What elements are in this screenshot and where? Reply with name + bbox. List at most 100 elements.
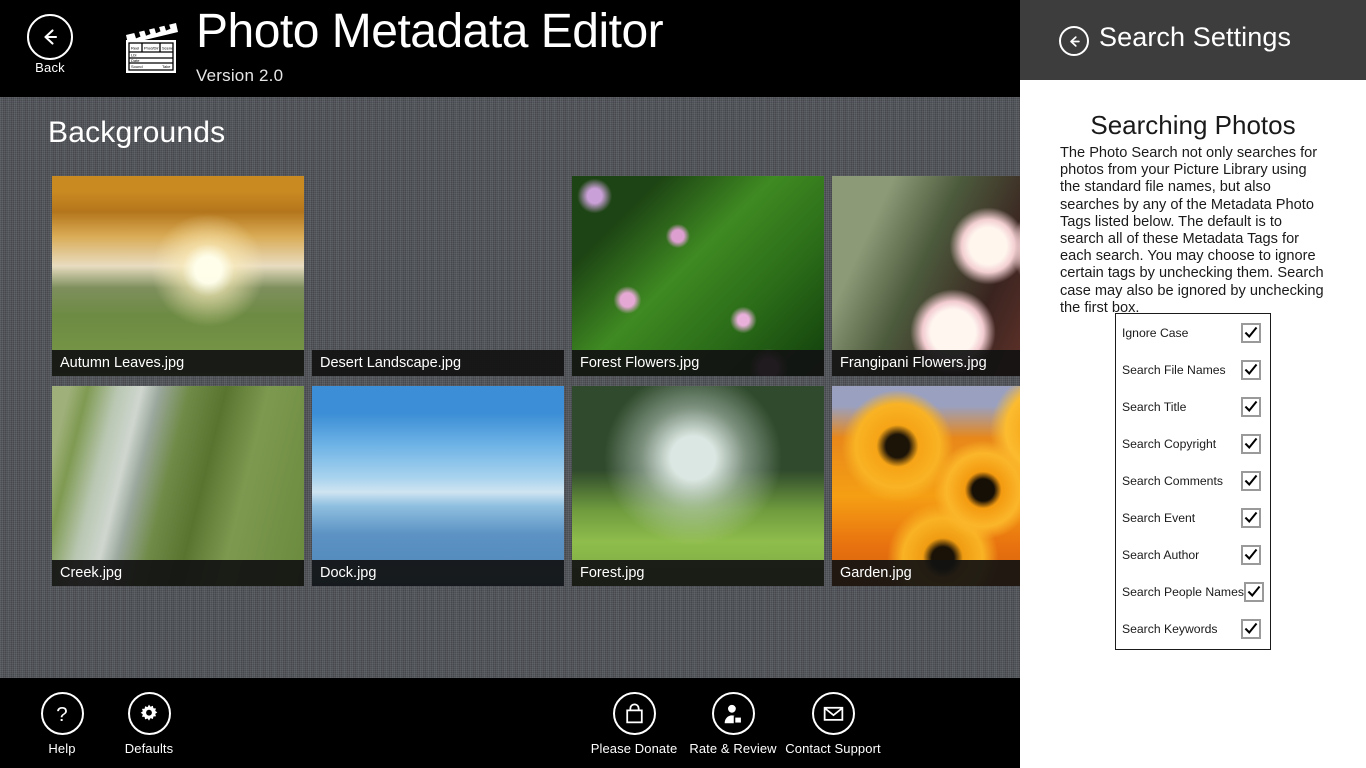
photo-tile[interactable]: Desert Landscape.jpg xyxy=(312,176,564,376)
photo-filename-label: Frangipani Flowers.jpg xyxy=(832,350,1020,376)
search-option-label: Search File Names xyxy=(1122,363,1241,377)
checkmark-icon xyxy=(1244,326,1258,340)
envelope-icon xyxy=(812,692,855,735)
photo-tile[interactable]: Garden.jpg xyxy=(832,386,1020,586)
svg-text:Date: Date xyxy=(131,58,140,63)
person-review-icon xyxy=(712,692,755,735)
appbar-command-label: Help xyxy=(12,741,112,756)
search-option-row[interactable]: Search Author xyxy=(1116,536,1270,573)
svg-text:Reel: Reel xyxy=(131,46,139,51)
back-button-label: Back xyxy=(17,60,83,75)
svg-text:?: ? xyxy=(56,703,67,726)
search-option-label: Search Author xyxy=(1122,548,1241,562)
appbar-command-label: Rate & Review xyxy=(683,741,783,756)
app-window: Back Reel Prod/Dir xyxy=(0,0,1020,768)
photo-thumbnail-forest xyxy=(572,386,824,586)
photo-filename-label: Forest.jpg xyxy=(572,560,824,586)
checkmark-icon xyxy=(1244,548,1258,562)
photo-thumbnail-forest-flowers xyxy=(572,176,824,376)
photo-thumbnail-garden xyxy=(832,386,1020,586)
search-option-checkbox[interactable] xyxy=(1241,397,1261,417)
checkmark-icon xyxy=(1244,363,1258,377)
checkmark-icon xyxy=(1244,511,1258,525)
settings-heading: Searching Photos xyxy=(1020,110,1366,141)
photo-filename-label: Forest Flowers.jpg xyxy=(572,350,824,376)
appbar-command-please-donate[interactable]: Please Donate xyxy=(584,692,684,756)
appbar-command-defaults[interactable]: Defaults xyxy=(99,692,199,756)
svg-text:Take: Take xyxy=(162,64,171,69)
photo-tile[interactable]: Autumn Leaves.jpg xyxy=(52,176,304,376)
photo-grid: Autumn Leaves.jpg Desert Landscape.jpg For… xyxy=(52,176,1020,586)
flyout-header: Search Settings xyxy=(1020,0,1366,80)
app-bar: ? HelpDefaults Please DonateRate & ReviewC… xyxy=(0,678,1020,768)
photo-filename-label: Desert Landscape.jpg xyxy=(312,350,564,376)
search-option-checkbox[interactable] xyxy=(1241,434,1261,454)
search-option-row[interactable]: Search File Names xyxy=(1116,351,1270,388)
photo-thumbnail-dock xyxy=(312,386,564,586)
search-option-row[interactable]: Search Title xyxy=(1116,388,1270,425)
svg-text:Scene: Scene xyxy=(162,46,174,51)
svg-text:Lbl: Lbl xyxy=(131,53,136,58)
search-option-checkbox[interactable] xyxy=(1241,471,1261,491)
svg-text:Prod/Dir: Prod/Dir xyxy=(144,46,159,51)
search-option-checkbox[interactable] xyxy=(1241,508,1261,528)
app-version-label: Version 2.0 xyxy=(196,66,283,86)
search-settings-flyout: Search Settings Searching Photos The Pho… xyxy=(1020,0,1366,768)
clapperboard-icon: Reel Prod/Dir Scene Lbl Date Sound Take xyxy=(120,18,182,76)
content-surface: Backgrounds Autumn Leaves.jpg Desert Land… xyxy=(0,97,1020,678)
settings-description: The Photo Search not only searches for p… xyxy=(1060,145,1328,317)
search-option-row[interactable]: Search Copyright xyxy=(1116,425,1270,462)
flyout-back-button[interactable] xyxy=(1059,26,1089,56)
search-options-panel: Ignore Case Search File Names Search Title… xyxy=(1115,313,1271,650)
photo-filename-label: Garden.jpg xyxy=(832,560,1020,586)
appbar-command-rate-review[interactable]: Rate & Review xyxy=(683,692,783,756)
search-option-row[interactable]: Search Comments xyxy=(1116,462,1270,499)
photo-tile[interactable]: Dock.jpg xyxy=(312,386,564,586)
page-title: Photo Metadata Editor xyxy=(196,4,663,60)
appbar-command-help[interactable]: ? Help xyxy=(12,692,112,756)
photo-thumbnail-frangipani xyxy=(832,176,1020,376)
back-arrow-icon xyxy=(1066,33,1083,50)
checkmark-icon xyxy=(1244,400,1258,414)
photo-tile[interactable]: Forest.jpg xyxy=(572,386,824,586)
photo-filename-label: Creek.jpg xyxy=(52,560,304,586)
flyout-body: Searching Photos The Photo Search not on… xyxy=(1020,80,1366,768)
shopping-bag-icon xyxy=(613,692,656,735)
photo-tile[interactable]: Forest Flowers.jpg xyxy=(572,176,824,376)
flyout-title: Search Settings xyxy=(1099,22,1291,53)
search-option-row[interactable]: Search Event xyxy=(1116,499,1270,536)
appbar-command-label: Please Donate xyxy=(584,741,684,756)
search-option-checkbox[interactable] xyxy=(1241,619,1261,639)
search-option-checkbox[interactable] xyxy=(1244,582,1264,602)
photo-filename-label: Autumn Leaves.jpg xyxy=(52,350,304,376)
search-option-row[interactable]: Search Keywords xyxy=(1116,610,1270,647)
app-header: Back Reel Prod/Dir xyxy=(0,0,1020,97)
search-option-row[interactable]: Ignore Case xyxy=(1116,314,1270,351)
checkmark-icon xyxy=(1244,474,1258,488)
search-option-label: Search Copyright xyxy=(1122,437,1241,451)
appbar-command-contact-support[interactable]: Contact Support xyxy=(783,692,883,756)
photo-tile[interactable]: Frangipani Flowers.jpg xyxy=(832,176,1020,376)
checkmark-icon xyxy=(1244,437,1258,451)
photo-thumbnail-desert xyxy=(312,176,564,376)
search-option-checkbox[interactable] xyxy=(1241,360,1261,380)
checkmark-icon xyxy=(1247,585,1261,599)
photo-tile[interactable]: Creek.jpg xyxy=(52,386,304,586)
appbar-command-label: Contact Support xyxy=(783,741,883,756)
search-option-label: Ignore Case xyxy=(1122,326,1241,340)
back-button[interactable] xyxy=(27,14,73,60)
search-option-label: Search Title xyxy=(1122,400,1241,414)
section-title: Backgrounds xyxy=(48,116,225,150)
search-option-row[interactable]: Search People Names xyxy=(1116,573,1270,610)
search-option-checkbox[interactable] xyxy=(1241,323,1261,343)
gear-icon xyxy=(128,692,171,735)
svg-text:Sound: Sound xyxy=(131,64,143,69)
back-arrow-icon xyxy=(38,25,62,49)
photo-thumbnail-autumn xyxy=(52,176,304,376)
search-option-label: Search Event xyxy=(1122,511,1241,525)
checkmark-icon xyxy=(1244,622,1258,636)
search-option-label: Search Keywords xyxy=(1122,622,1241,636)
photo-filename-label: Dock.jpg xyxy=(312,560,564,586)
search-option-checkbox[interactable] xyxy=(1241,545,1261,565)
photo-thumbnail-creek xyxy=(52,386,304,586)
